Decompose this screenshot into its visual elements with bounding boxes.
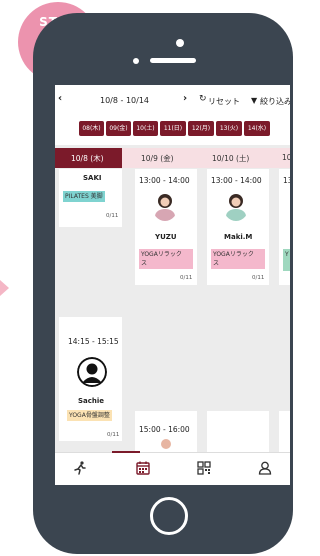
date-chip[interactable]: 08(木) — [79, 121, 104, 136]
date-chip[interactable]: 11(日) — [160, 121, 186, 136]
lesson-time: 13:00 - 14:00 — [139, 176, 190, 185]
capacity-count: 0/11 — [107, 432, 120, 438]
day-header[interactable]: 10/8 (木) — [71, 153, 104, 164]
reset-button[interactable]: リセット — [208, 96, 240, 107]
lesson-card[interactable]: 15:00 - 16:00 — [135, 411, 197, 456]
day-header[interactable]: 10/10 (土) — [212, 153, 249, 164]
prev-week-button[interactable]: ‹ — [58, 93, 62, 104]
camera-icon — [176, 39, 184, 47]
instructor-avatar — [152, 191, 178, 221]
instructor-avatar — [161, 439, 171, 449]
lesson-time: 13:00 - 14:00 — [211, 176, 262, 185]
instructor-name: SAKI — [83, 174, 102, 182]
lesson-tag: Y — [283, 249, 290, 271]
lesson-tag: YOGA骨盤調整 — [67, 410, 112, 421]
lesson-card-partial[interactable] — [279, 411, 290, 456]
week-range: 10/8 - 10/14 — [100, 96, 149, 105]
filter-button[interactable]: 絞り込み — [260, 96, 290, 107]
app-screen: ‹ 10/8 - 10/14 › ↻ リセット ▼ 絞り込み 08(木) 09(… — [55, 85, 290, 485]
user-icon[interactable] — [258, 460, 272, 479]
lesson-tag: PILATES 美脚 — [63, 191, 105, 202]
date-chip[interactable]: 12(月) — [188, 121, 214, 136]
lesson-card[interactable]: 14:15 - 15:15 Sachie YOGA骨盤調整 0/11 — [59, 317, 122, 441]
lesson-card[interactable]: 13:00 - 14:00 Maki.M YOGAリラック ス 0/11 — [207, 169, 269, 285]
qr-icon[interactable] — [197, 460, 211, 479]
sensor-icon — [133, 58, 139, 64]
lesson-card[interactable]: 13:00 - 14:00 YUZU YOGAリラック ス 0/11 — [135, 169, 197, 285]
nav-active-indicator — [112, 451, 140, 453]
instructor-name: Sachie — [78, 397, 105, 405]
date-chip[interactable]: 10(土) — [133, 121, 158, 136]
lesson-card[interactable]: SAKI PILATES 美脚 0/11 — [59, 169, 122, 227]
left-pointer-icon — [0, 280, 9, 296]
home-button[interactable] — [150, 497, 188, 535]
lesson-time: 14:15 - 15:15 — [68, 337, 119, 346]
capacity-count: 0/11 — [252, 275, 265, 281]
capacity-count: 0/11 — [180, 275, 193, 281]
lesson-tag: YOGAリラック ス — [211, 249, 265, 269]
speaker-icon — [150, 58, 196, 63]
instructor-name: YUZU — [155, 233, 177, 241]
next-week-button[interactable]: › — [183, 93, 187, 104]
runner-icon[interactable] — [73, 460, 87, 479]
day-header[interactable]: 10/ — [282, 153, 290, 162]
instructor-avatar — [223, 191, 249, 221]
lesson-card-partial[interactable]: 13 Y — [279, 169, 290, 285]
date-chip[interactable]: 14(水) — [244, 121, 270, 136]
filter-icon[interactable]: ▼ — [251, 96, 257, 105]
instructor-name: Maki.M — [224, 233, 253, 241]
user-avatar-icon — [77, 357, 107, 387]
capacity-count: 0/11 — [106, 213, 119, 219]
reset-icon[interactable]: ↻ — [199, 94, 207, 104]
bottom-nav — [55, 452, 290, 485]
day-header[interactable]: 10/9 (金) — [141, 153, 174, 164]
date-chip[interactable]: 09(金) — [106, 121, 131, 136]
date-chip[interactable]: 13(火) — [216, 121, 242, 136]
week-header: ‹ 10/8 - 10/14 › ↻ リセット ▼ 絞り込み — [55, 85, 290, 115]
calendar-icon[interactable] — [136, 460, 150, 479]
lesson-card[interactable] — [207, 411, 269, 456]
lesson-tag: YOGAリラック ス — [139, 249, 193, 269]
lesson-time: 15:00 - 16:00 — [139, 425, 190, 434]
lesson-time: 13 — [283, 176, 290, 185]
